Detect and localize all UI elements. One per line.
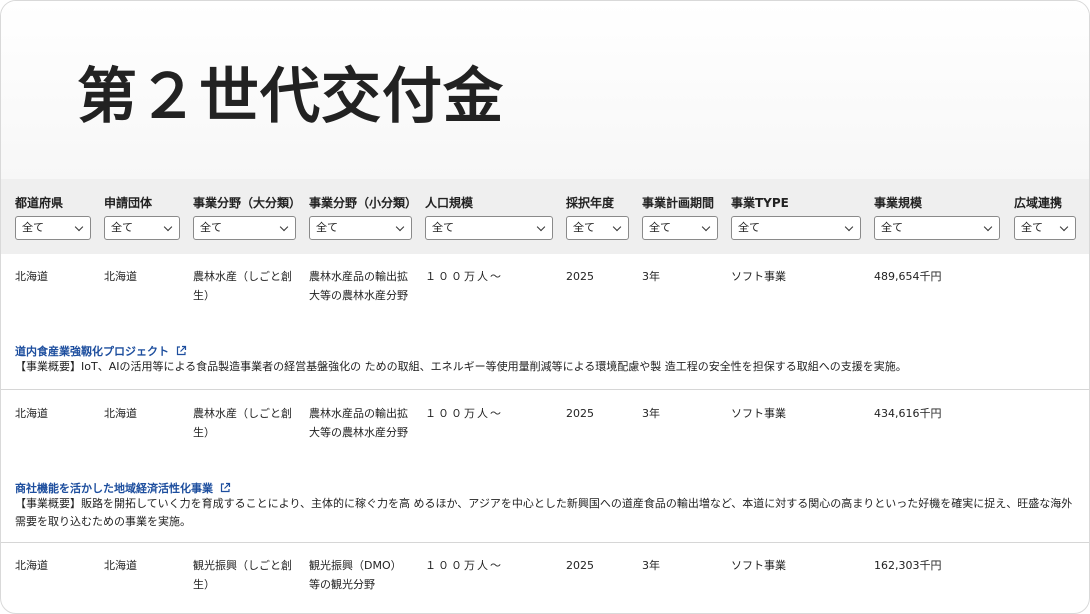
select-value: 全て — [573, 221, 595, 234]
cell-field-minor: 農林水産品の輸出拡大等の農林水産分野 — [309, 407, 408, 439]
select-value: 全て — [22, 221, 44, 234]
cell-year: 2025 — [566, 270, 594, 283]
field-minor-select[interactable]: 全て — [309, 216, 412, 240]
project-summary: 【事業概要】販路を開拓していく力を育成することにより、主体的に稼ぐ力を高 めるほ… — [15, 497, 1073, 528]
population-select[interactable]: 全て — [425, 216, 553, 240]
page-frame: 第２世代交付金 都道府県 全て 申請団体 全て 事業分野（大分類） 全て 事業分… — [0, 0, 1090, 614]
select-value: 全て — [200, 221, 222, 234]
row-divider — [1, 389, 1089, 390]
select-value: 全て — [432, 221, 454, 234]
cell-applicant: 北海道 — [104, 407, 137, 420]
page-header: 第２世代交付金 — [1, 1, 1089, 179]
cell-type: ソフト事業 — [731, 407, 786, 420]
cell-prefecture: 北海道 — [15, 559, 48, 572]
cell-field-major: 農林水産（しごと創生） — [193, 270, 292, 302]
filter-label: 広域連携 — [1014, 196, 1063, 210]
cell-population: １００万人〜 — [425, 270, 503, 283]
chevron-down-icon — [1059, 222, 1069, 232]
chevron-down-icon — [701, 222, 711, 232]
select-value: 全て — [738, 221, 760, 234]
filter-label: 採択年度 — [566, 196, 615, 210]
select-value: 全て — [316, 221, 338, 234]
chevron-down-icon — [844, 222, 854, 232]
regional-select[interactable]: 全て — [1014, 216, 1076, 240]
cell-year: 2025 — [566, 407, 594, 420]
chevron-down-icon — [163, 222, 173, 232]
cell-field-minor: 観光振興（DMO）等の観光分野 — [309, 559, 402, 591]
chevron-down-icon — [279, 222, 289, 232]
cell-prefecture: 北海道 — [15, 407, 48, 420]
cell-scale: 162,303千円 — [874, 559, 942, 572]
project-link-label: 道内食産業強靱化プロジェクト — [15, 345, 169, 358]
chevron-down-icon — [74, 222, 84, 232]
filter-label: 事業TYPE — [731, 196, 789, 210]
chevron-down-icon — [983, 222, 993, 232]
cell-field-major: 農林水産（しごと創生） — [193, 407, 292, 439]
cell-scale: 434,616千円 — [874, 407, 942, 420]
filter-label: 事業計画期間 — [642, 196, 715, 210]
cell-period: 3年 — [642, 559, 660, 572]
filter-label: 人口規模 — [425, 196, 474, 210]
year-select[interactable]: 全て — [566, 216, 629, 240]
external-link-icon — [176, 345, 187, 356]
applicant-select[interactable]: 全て — [104, 216, 180, 240]
cell-field-minor: 農林水産品の輸出拡大等の農林水産分野 — [309, 270, 408, 302]
select-value: 全て — [649, 221, 671, 234]
cell-period: 3年 — [642, 407, 660, 420]
filter-label: 事業規模 — [874, 196, 923, 210]
filter-bar: 都道府県 全て 申請団体 全て 事業分野（大分類） 全て 事業分野（小分類） 全… — [1, 179, 1089, 254]
cell-applicant: 北海道 — [104, 270, 137, 283]
select-value: 全て — [111, 221, 133, 234]
page-title: 第２世代交付金 — [77, 62, 504, 132]
period-select[interactable]: 全て — [642, 216, 718, 240]
chevron-down-icon — [536, 222, 546, 232]
cell-applicant: 北海道 — [104, 559, 137, 572]
filter-label: 事業分野（大分類） — [193, 196, 302, 210]
cell-period: 3年 — [642, 270, 660, 283]
cell-scale: 489,654千円 — [874, 270, 942, 283]
chevron-down-icon — [395, 222, 405, 232]
project-link[interactable]: 道内食産業強靱化プロジェクト — [15, 343, 187, 359]
project-link[interactable]: 商社機能を活かした地域経済活性化事業 — [15, 480, 231, 496]
chevron-down-icon — [612, 222, 622, 232]
external-link-icon — [220, 482, 231, 493]
cell-type: ソフト事業 — [731, 270, 786, 283]
scale-select[interactable]: 全て — [874, 216, 1000, 240]
project-link-label: 商社機能を活かした地域経済活性化事業 — [15, 482, 213, 495]
type-select[interactable]: 全て — [731, 216, 861, 240]
filter-label: 事業分野（小分類） — [309, 196, 418, 210]
cell-population: １００万人〜 — [425, 559, 503, 572]
filter-label: 都道府県 — [15, 196, 64, 210]
cell-prefecture: 北海道 — [15, 270, 48, 283]
cell-field-major: 観光振興（しごと創生） — [193, 559, 292, 591]
cell-population: １００万人〜 — [425, 407, 503, 420]
project-summary: 【事業概要】IoT、AIの活用等による食品製造事業者の経営基盤強化の ための取組… — [15, 360, 907, 373]
select-value: 全て — [881, 221, 903, 234]
select-value: 全て — [1021, 221, 1043, 234]
prefecture-select[interactable]: 全て — [15, 216, 91, 240]
cell-year: 2025 — [566, 559, 594, 572]
cell-type: ソフト事業 — [731, 559, 786, 572]
field-major-select[interactable]: 全て — [193, 216, 296, 240]
filter-label: 申請団体 — [104, 196, 153, 210]
row-divider — [1, 542, 1089, 543]
